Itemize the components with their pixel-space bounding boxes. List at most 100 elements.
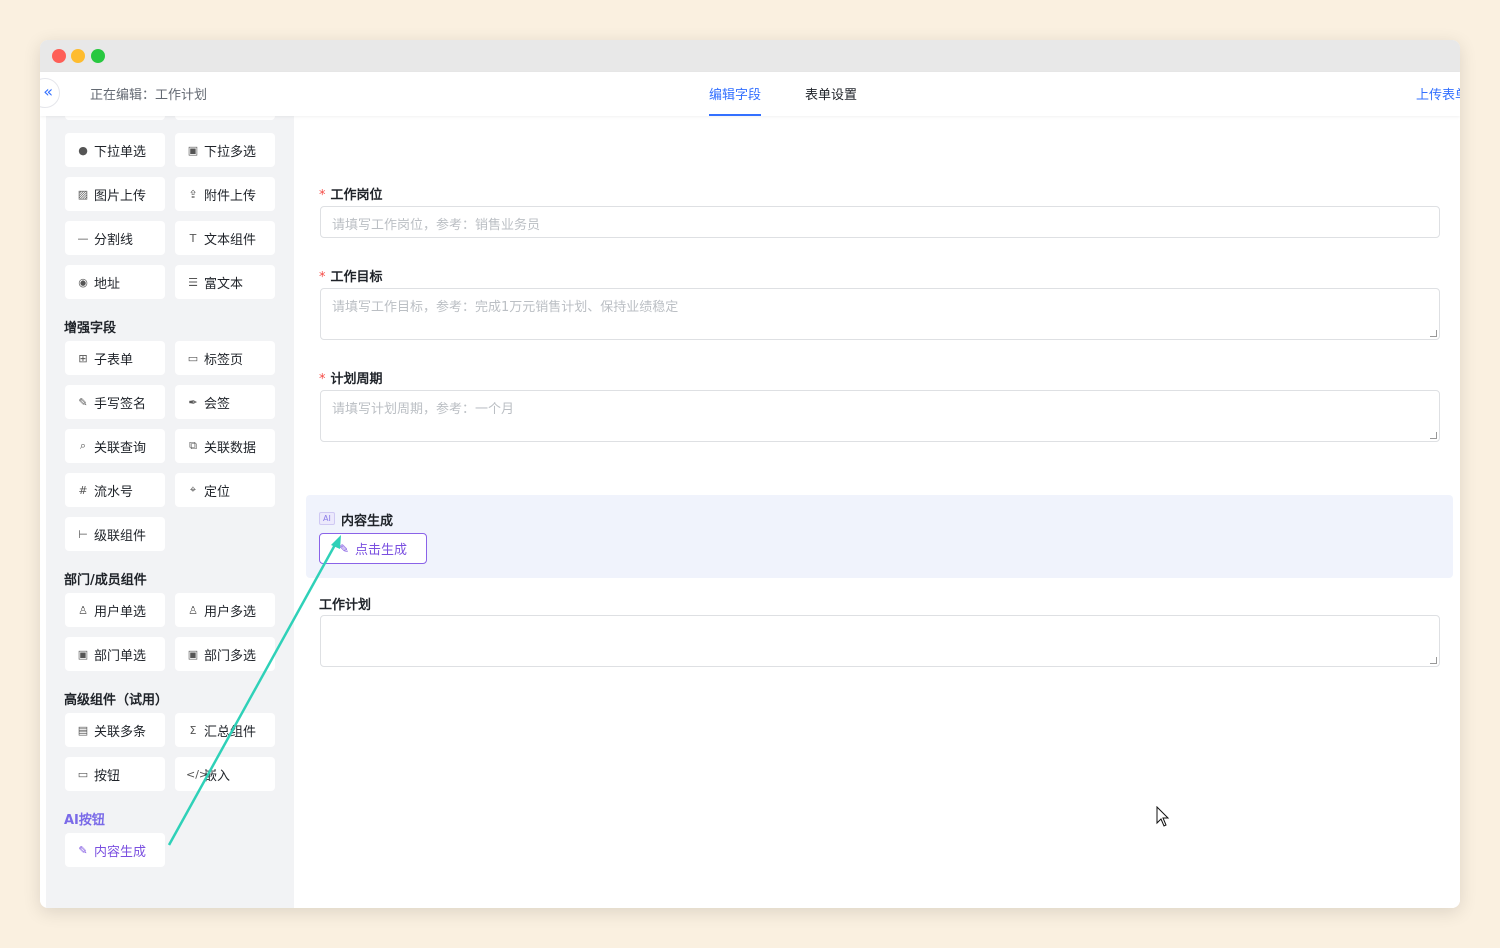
pen-icon: ✎ xyxy=(78,395,88,409)
edit-square-icon: ✎ xyxy=(338,541,350,556)
sigma-icon: Σ xyxy=(189,723,197,737)
component-image-upload[interactable]: ▨ 图片上传 xyxy=(65,177,165,211)
component-label: 手写签名 xyxy=(94,396,147,412)
component-attachment-upload[interactable]: ⇪ 附件上传 xyxy=(175,177,275,211)
window-titlebar xyxy=(40,40,1460,72)
component-related-data[interactable]: ⧉ 关联数据 xyxy=(175,429,275,463)
component-label: 会签 xyxy=(204,396,231,412)
component-rich-text[interactable]: ☰ 富文本 xyxy=(175,265,275,299)
component-summary[interactable]: Σ 汇总组件 xyxy=(175,713,275,747)
component-label: 内容生成 xyxy=(94,844,147,860)
component-user-single[interactable]: ♙ 用户单选 xyxy=(65,593,165,627)
work-plan-textarea[interactable] xyxy=(320,615,1440,667)
field-label-text: 工作目标 xyxy=(330,270,383,285)
scrolled-item-edge xyxy=(175,116,275,120)
component-dept-single[interactable]: ▣ 部门单选 xyxy=(65,637,165,671)
hash-icon: # xyxy=(78,483,88,497)
crosshair-icon: ⌖ xyxy=(189,483,197,496)
tabs-icon: ▭ xyxy=(187,351,199,365)
component-label: 分割线 xyxy=(94,232,134,248)
component-label: 嵌入 xyxy=(204,768,231,784)
component-dropdown-multi[interactable]: ▣ 下拉多选 xyxy=(175,133,275,167)
component-text[interactable]: T 文本组件 xyxy=(175,221,275,255)
component-label: 子表单 xyxy=(94,352,134,368)
form-canvas: * 工作岗位 请填写工作岗位，参考：销售业务员 * 工作目标 请填写工作目标，参考：… xyxy=(294,116,1460,908)
field-label-work-plan: 工作计划 xyxy=(319,594,371,613)
placeholder-text: 请填写工作目标，参考：完成1万元销售计划、保持业绩稳定 xyxy=(332,300,679,315)
component-cascade[interactable]: ⊢ 级联组件 xyxy=(65,517,165,551)
component-label: 按钮 xyxy=(94,768,121,784)
maximize-window-button[interactable] xyxy=(91,49,105,63)
resize-handle-icon[interactable] xyxy=(1430,330,1437,337)
required-asterisk: * xyxy=(319,188,326,203)
dropdown-multi-icon: ▣ xyxy=(187,143,199,157)
field-label-text: 计划周期 xyxy=(330,372,383,387)
section-title-enhanced: 增强字段 xyxy=(64,321,117,336)
component-dropdown-single[interactable]: ● 下拉单选 xyxy=(65,133,165,167)
component-related-query[interactable]: ⌕ 关联查询 xyxy=(65,429,165,463)
resize-handle-icon[interactable] xyxy=(1430,432,1437,439)
component-tabs[interactable]: ▭ 标签页 xyxy=(175,341,275,375)
scrolled-item-edge xyxy=(65,116,165,120)
component-content-generation[interactable]: ✎ 内容生成 xyxy=(65,833,165,867)
component-button[interactable]: ▭ 按钮 xyxy=(65,757,165,791)
component-dept-multi[interactable]: ▣ 部门多选 xyxy=(175,637,275,671)
app-window: « 正在编辑：工作计划 编辑字段 表单设置 上传表单 ● 下拉单选 ▣ 下拉多选 ▨… xyxy=(40,40,1460,908)
position-input[interactable]: 请填写工作岗位，参考：销售业务员 xyxy=(320,206,1440,238)
component-label: 汇总组件 xyxy=(204,724,257,740)
component-location[interactable]: ⌖ 定位 xyxy=(175,473,275,507)
component-user-multi[interactable]: ♙ 用户多选 xyxy=(175,593,275,627)
attachment-upload-icon: ⇪ xyxy=(188,187,198,201)
minimize-window-button[interactable] xyxy=(71,49,85,63)
field-label-text: 工作计划 xyxy=(319,598,372,613)
component-sidebar: ● 下拉单选 ▣ 下拉多选 ▨ 图片上传 ⇪ 附件上传 — 分割线 T 文本组件 ◉ 地址 ☰… xyxy=(46,116,294,908)
section-title-advanced: 高级组件（试用） xyxy=(64,693,169,708)
placeholder-text: 请填写计划周期，参考：一个月 xyxy=(332,402,515,417)
resize-handle-icon[interactable] xyxy=(1430,657,1437,664)
component-label: 部门单选 xyxy=(94,648,147,664)
generate-button-label: 点击生成 xyxy=(355,543,408,558)
generate-button[interactable]: ✎ 点击生成 xyxy=(319,533,427,564)
related-data-icon: ⧉ xyxy=(189,439,197,452)
period-textarea[interactable]: 请填写计划周期，参考：一个月 xyxy=(320,390,1440,442)
component-serial-number[interactable]: # 流水号 xyxy=(65,473,165,507)
required-asterisk: * xyxy=(319,372,326,387)
component-signature[interactable]: ✎ 手写签名 xyxy=(65,385,165,419)
component-label: 用户多选 xyxy=(204,604,257,620)
component-label: 图片上传 xyxy=(94,188,147,204)
component-label: 级联组件 xyxy=(94,528,147,544)
collapse-sidebar-icon[interactable]: « xyxy=(40,78,60,108)
component-address[interactable]: ◉ 地址 xyxy=(65,265,165,299)
related-multiple-icon: ▤ xyxy=(77,723,89,737)
tab-edit-fields[interactable]: 编辑字段 xyxy=(709,84,762,116)
component-label: 定位 xyxy=(204,484,231,500)
tab-form-settings[interactable]: 表单设置 xyxy=(805,84,857,116)
close-window-button[interactable] xyxy=(52,49,66,63)
editor-topbar: « 正在编辑：工作计划 编辑字段 表单设置 上传表单 xyxy=(40,72,1460,116)
component-embed[interactable]: </> 嵌入 xyxy=(175,757,275,791)
dropdown-single-icon: ● xyxy=(78,143,88,157)
code-icon: </> xyxy=(186,767,209,781)
goal-textarea[interactable]: 请填写工作目标，参考：完成1万元销售计划、保持业绩稳定 xyxy=(320,288,1440,340)
ai-content-generation-block[interactable]: AI 内容生成 ✎ 点击生成 xyxy=(306,495,1453,578)
field-label-period: * 计划周期 xyxy=(319,368,383,387)
divider-icon: — xyxy=(77,231,89,245)
component-countersign[interactable]: ✒ 会签 xyxy=(175,385,275,419)
component-label: 下拉多选 xyxy=(204,144,257,160)
component-label: 用户单选 xyxy=(94,604,147,620)
component-subform[interactable]: ⊞ 子表单 xyxy=(65,341,165,375)
mouse-cursor-icon xyxy=(1156,806,1170,827)
cascade-icon: ⊢ xyxy=(78,527,88,541)
component-related-multiple[interactable]: ▤ 关联多条 xyxy=(65,713,165,747)
component-label: 下拉单选 xyxy=(94,144,147,160)
required-asterisk: * xyxy=(319,270,326,285)
user-icon: ♙ xyxy=(78,603,88,617)
ai-badge: AI xyxy=(319,512,335,525)
editing-form-title: 正在编辑：工作计划 xyxy=(90,88,208,103)
edit-square-icon: ✎ xyxy=(78,843,88,857)
upload-form-link[interactable]: 上传表单 xyxy=(1416,84,1460,103)
component-divider[interactable]: — 分割线 xyxy=(65,221,165,255)
section-title-ai: AI按钮 xyxy=(64,813,105,828)
field-label-position: * 工作岗位 xyxy=(319,184,383,203)
users-icon: ♙ xyxy=(188,603,198,617)
